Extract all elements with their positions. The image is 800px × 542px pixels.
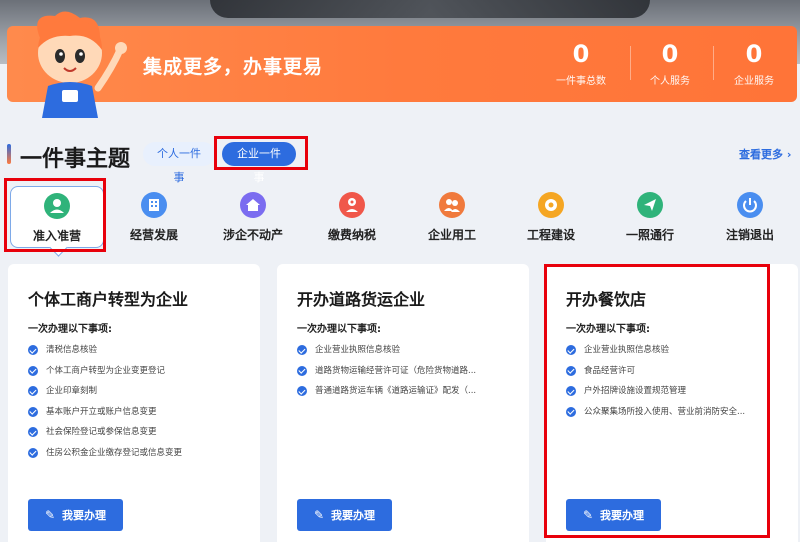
category-one-license[interactable]: 一照通行 [603,186,697,248]
building-icon [141,192,167,218]
category-label: 工程建设 [526,228,575,242]
category-label: 企业用工 [427,228,476,242]
section-title: 一件事主题 [20,147,131,172]
category-label: 缴费纳税 [327,228,376,242]
list-item: 清税信息核验 [28,344,243,365]
check-icon [28,406,38,417]
check-icon [28,447,38,458]
apply-button[interactable]: ✎ 我要办理 [297,499,392,531]
tax-person-icon [339,192,365,218]
category-label: 一照通行 [625,228,674,242]
stat-personal-value: 0 [661,40,679,68]
list-item: 企业印章刻制 [28,385,243,406]
card-title: 个体工商户转型为企业 [28,290,189,309]
stat-total: 0 一件事总数 [541,40,621,87]
check-icon [28,365,38,376]
stat-personal: 0 个人服务 [630,40,710,87]
check-icon [28,386,38,396]
house-icon [240,192,266,218]
list-item: 基本账户开立或账户信息变更 [28,406,243,427]
view-more-link[interactable]: 查看更多 › [739,146,791,162]
list-item: 社会保险登记或参保信息变更 [28,426,243,447]
card-subtitle: 一次办理以下事项: [28,324,112,335]
banner-slogan: 集成更多，办事更易 [143,56,324,78]
edit-icon: ✎ [44,508,56,522]
category-label: 注销退出 [725,228,774,242]
stat-total-value: 0 [572,40,590,68]
list-item: 住房公积金企业缴存登记或信息变更 [28,447,243,468]
card-item-list: 清税信息核验 个体工商户转型为企业变更登记 企业印章刻制 基本账户开立或账户信息… [28,344,243,467]
list-item: 个体工商户转型为企业变更登记 [28,365,243,386]
stat-total-label: 一件事总数 [556,76,606,87]
list-item: 道路货物运输经营许可证（危险货物道路... [297,365,512,386]
card-title: 开办道路货运企业 [297,290,426,309]
check-icon [297,386,307,396]
highlight-box [214,136,308,170]
highlight-box [4,178,106,252]
highlight-box [544,264,770,538]
check-icon [28,345,38,355]
service-card[interactable]: 个体工商户转型为企业 一次办理以下事项: 清税信息核验 个体工商户转型为企业变更… [8,264,260,542]
list-item: 企业营业执照信息核验 [297,344,512,365]
category-business-development[interactable]: 经营发展 [107,186,201,248]
category-label: 经营发展 [129,228,178,242]
category-tax-payment[interactable]: 缴费纳税 [305,186,399,248]
gear-icon [538,192,564,218]
stat-enterprise-value: 0 [745,40,763,68]
category-deregistration[interactable]: 注销退出 [703,186,797,248]
category-enterprise-real-estate[interactable]: 涉企不动产 [206,186,300,248]
check-icon [297,345,307,355]
section-accent-bar [7,144,11,164]
tab-personal[interactable]: 个人一件事 [143,142,215,184]
stat-personal-label: 个人服务 [650,76,690,87]
send-icon [637,192,663,218]
service-card[interactable]: 开办道路货运企业 一次办理以下事项: 企业营业执照信息核验 道路货物运输经营许可… [277,264,529,542]
apply-button[interactable]: ✎ 我要办理 [28,499,123,531]
category-employment[interactable]: 企业用工 [405,186,499,248]
stat-enterprise: 0 企业服务 [714,40,794,87]
category-label: 涉企不动产 [222,228,283,242]
stat-enterprise-label: 企业服务 [734,76,774,87]
list-item: 普通道路货运车辆《道路运输证》配发（... [297,385,512,406]
category-construction[interactable]: 工程建设 [504,186,598,248]
power-icon [737,192,763,218]
workers-icon [439,192,465,218]
check-icon [297,365,307,376]
edit-icon: ✎ [313,508,325,522]
card-subtitle: 一次办理以下事项: [297,324,381,335]
check-icon [28,427,38,437]
card-item-list: 企业营业执照信息核验 道路货物运输经营许可证（危险货物道路... 普通道路货运车… [297,344,512,406]
mascot-illustration [37,11,127,118]
